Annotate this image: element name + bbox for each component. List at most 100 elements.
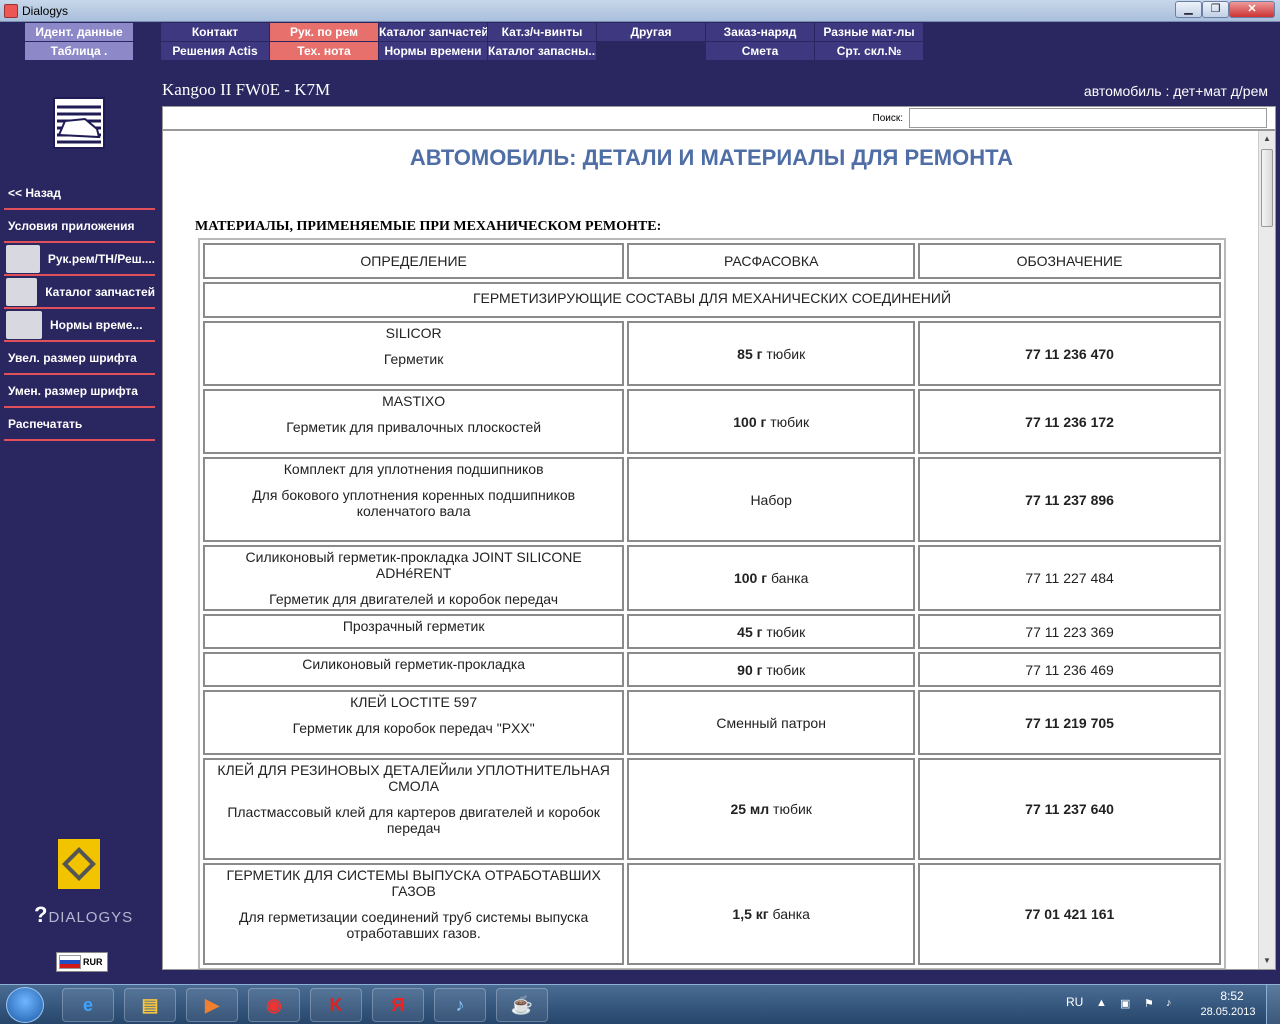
material-definition: Комплект для уплотнения подшипников Для б…	[203, 457, 625, 542]
menu-item[interactable]: Таблица .	[25, 42, 133, 60]
sidebar-item[interactable]: Каталог запчастей	[4, 277, 155, 309]
packaging-quantity: 25 мл	[730, 801, 770, 817]
section-title: автомобиль : дет+мат д/рем	[1083, 83, 1268, 99]
material-description: Для герметизации соединений труб системы…	[238, 909, 589, 941]
materials-subheading: МАТЕРИАЛЫ, ПРИМЕНЯЕМЫЕ ПРИ МЕХАНИЧЕСКОМ …	[195, 219, 662, 234]
sidebar-item-label: Условия приложения	[8, 219, 135, 233]
sidebar-item[interactable]: Умен. размер шрифта	[4, 376, 155, 408]
maximize-button[interactable]: ❐	[1202, 1, 1229, 18]
menu-item[interactable]: Рук. по рем	[270, 23, 378, 41]
search-bar: Поиск:	[162, 106, 1276, 130]
sidebar-item[interactable]: << Назад	[4, 178, 155, 210]
vertical-scrollbar[interactable]: ▲ ▼	[1258, 131, 1275, 969]
menu-item[interactable]: Контакт	[161, 23, 269, 41]
explorer-icon[interactable]: ▤	[124, 988, 176, 1022]
sidebar-item[interactable]: Увел. размер шрифта	[4, 343, 155, 375]
table-row: MASTIXO Герметик для привалочных плоскост…	[203, 389, 1221, 454]
menu-item[interactable]: Решения Actis	[161, 42, 269, 60]
yandex-icon[interactable]: Я	[372, 988, 424, 1022]
volume-icon[interactable]: ♪	[1166, 997, 1172, 1009]
sidebar-item-label: << Назад	[8, 186, 61, 200]
start-button[interactable]	[6, 987, 44, 1023]
table-row: КЛЕЙ LOCTITE 597 Герметик для коробок пер…	[203, 690, 1221, 755]
clock-time[interactable]: 8:52	[1210, 989, 1254, 1003]
column-header: ОБОЗНАЧЕНИЕ	[918, 243, 1221, 279]
menu-item[interactable]: Другая	[597, 23, 705, 41]
material-name: КЛЕЙ LOCTITE 597	[350, 694, 478, 710]
app-icon	[4, 4, 18, 18]
taskbar: e ▤ ▶ ◉ K Я ♪ ☕ RU ▲ ▣ ⚑ ♪ 8:52 28.05.2013	[0, 984, 1280, 1024]
scroll-thumb[interactable]	[1261, 149, 1273, 227]
menu-item[interactable]: Смета	[706, 42, 814, 60]
sidebar-thumbnail-icon	[6, 311, 42, 339]
part-number: 77 11 227 484	[918, 545, 1221, 611]
action-center-flag-icon[interactable]: ⚑	[1144, 997, 1154, 1010]
show-desktop-button[interactable]	[1266, 985, 1280, 1024]
table-row: Силиконовый герметик-прокладка JOINT SIL…	[203, 545, 1221, 611]
kaspersky-icon[interactable]: K	[310, 988, 362, 1022]
menu-item[interactable]: Срт. скл.№	[815, 42, 923, 60]
vehicle-logo	[53, 97, 105, 149]
materials-table: ОПРЕДЕЛЕНИЕ РАСФАСОВКА ОБОЗНАЧЕНИЕ ГЕРМЕТИЗ…	[198, 238, 1226, 969]
material-description: Для бокового уплотнения коренных подшипн…	[252, 487, 576, 519]
chrome-icon[interactable]: ◉	[248, 988, 300, 1022]
media-player-icon[interactable]: ▶	[186, 988, 238, 1022]
sound-icon[interactable]: ♪	[434, 988, 486, 1022]
scroll-down-arrow-icon[interactable]: ▼	[1259, 953, 1275, 969]
packaging-unit: банка	[770, 570, 809, 586]
part-number: 77 11 223 369	[918, 614, 1221, 649]
tray-expand-icon[interactable]: ▲	[1096, 997, 1107, 1009]
currency-language-selector[interactable]: RUR	[56, 952, 108, 972]
material-packaging: 45 г тюбик	[627, 614, 916, 649]
material-description: Герметик для коробок передач "PXX"	[292, 720, 535, 736]
sidebar-item-label: Увел. размер шрифта	[8, 351, 137, 365]
window-titlebar: Dialogys ▁ ❐ ✕	[0, 0, 1280, 22]
network-icon[interactable]: ▣	[1120, 997, 1130, 1010]
table-header-row: ОПРЕДЕЛЕНИЕ РАСФАСОВКА ОБОЗНАЧЕНИЕ	[203, 243, 1221, 279]
material-definition: Силиконовый герметик-прокладка JOINT SIL…	[203, 545, 625, 611]
material-definition: MASTIXO Герметик для привалочных плоскост…	[203, 389, 625, 454]
group-title: ГЕРМЕТИЗИРУЮЩИЕ СОСТАВЫ ДЛЯ МЕХАНИЧЕСКИХ…	[203, 282, 1221, 318]
material-packaging: 90 г тюбик	[627, 652, 916, 687]
packaging-unit: Набор	[750, 491, 792, 508]
material-name: Комплект для уплотнения подшипников	[283, 461, 544, 477]
material-definition: Прозрачный герметик	[203, 614, 625, 649]
sidebar-item[interactable]: Распечатать	[4, 409, 155, 441]
tray-language[interactable]: RU	[1066, 995, 1083, 1009]
sidebar-item-label: Рук.рем/ТН/Реш....	[47, 252, 155, 266]
ie-icon[interactable]: e	[62, 988, 114, 1022]
menu-item[interactable]: Тех. нота	[270, 42, 378, 60]
close-button[interactable]: ✕	[1229, 1, 1275, 18]
material-packaging: 1,5 кг банка	[627, 863, 916, 965]
sidebar-item[interactable]: Условия приложения	[4, 211, 155, 243]
sidebar-item[interactable]: Нормы време...	[4, 310, 155, 342]
table-row: Силиконовый герметик-прокладка 90 г тюбик…	[203, 652, 1221, 687]
menu-item[interactable]: Нормы времени	[379, 42, 487, 60]
menu-item[interactable]: Каталог запасны...	[488, 42, 596, 60]
sidebar-item[interactable]: Рук.рем/ТН/Реш....	[4, 244, 155, 276]
renault-logo	[58, 839, 100, 889]
part-number: 77 11 237 640	[918, 758, 1221, 860]
material-name: Силиконовый герметик-прокладка JOINT SIL…	[245, 549, 582, 581]
menu-item[interactable]: Каталог запчастей	[379, 23, 487, 41]
scroll-up-arrow-icon[interactable]: ▲	[1259, 131, 1275, 147]
material-packaging: 100 г банка	[627, 545, 916, 611]
material-description: Герметик для двигателей и коробок переда…	[269, 591, 559, 607]
material-name: КЛЕЙ ДЛЯ РЕЗИНОВЫХ ДЕТАЛЕЙили УПЛОТНИТЕЛ…	[217, 762, 610, 794]
page-heading: АВТОМОБИЛЬ: ДЕТАЛИ И МАТЕРИАЛЫ ДЛЯ РЕМОН…	[409, 145, 1014, 170]
dialogys-logo: ?DIALOGYS	[34, 902, 134, 927]
menu-item[interactable]: Кат.з/ч-винты	[488, 23, 596, 41]
material-packaging: Сменный патрон	[627, 690, 916, 755]
menu-item[interactable]: Разные мат-лы	[815, 23, 923, 41]
clock-date[interactable]: 28.05.2013	[1196, 1006, 1260, 1018]
sidebar-item-label: Распечатать	[8, 417, 83, 431]
sidebar-item-label: Умен. размер шрифта	[8, 384, 138, 398]
java-icon[interactable]: ☕	[496, 988, 548, 1022]
menu-item[interactable]: Идент. данные	[25, 23, 133, 41]
document-pane: АВТОМОБИЛЬ: ДЕТАЛИ И МАТЕРИАЛЫ ДЛЯ РЕМОН…	[162, 130, 1276, 970]
search-input[interactable]	[909, 108, 1267, 128]
packaging-unit: тюбик	[770, 413, 810, 430]
minimize-button[interactable]: ▁	[1175, 1, 1202, 18]
material-definition: SILICOR Герметик	[203, 321, 625, 386]
menu-item[interactable]: Заказ-наряд	[706, 23, 814, 41]
